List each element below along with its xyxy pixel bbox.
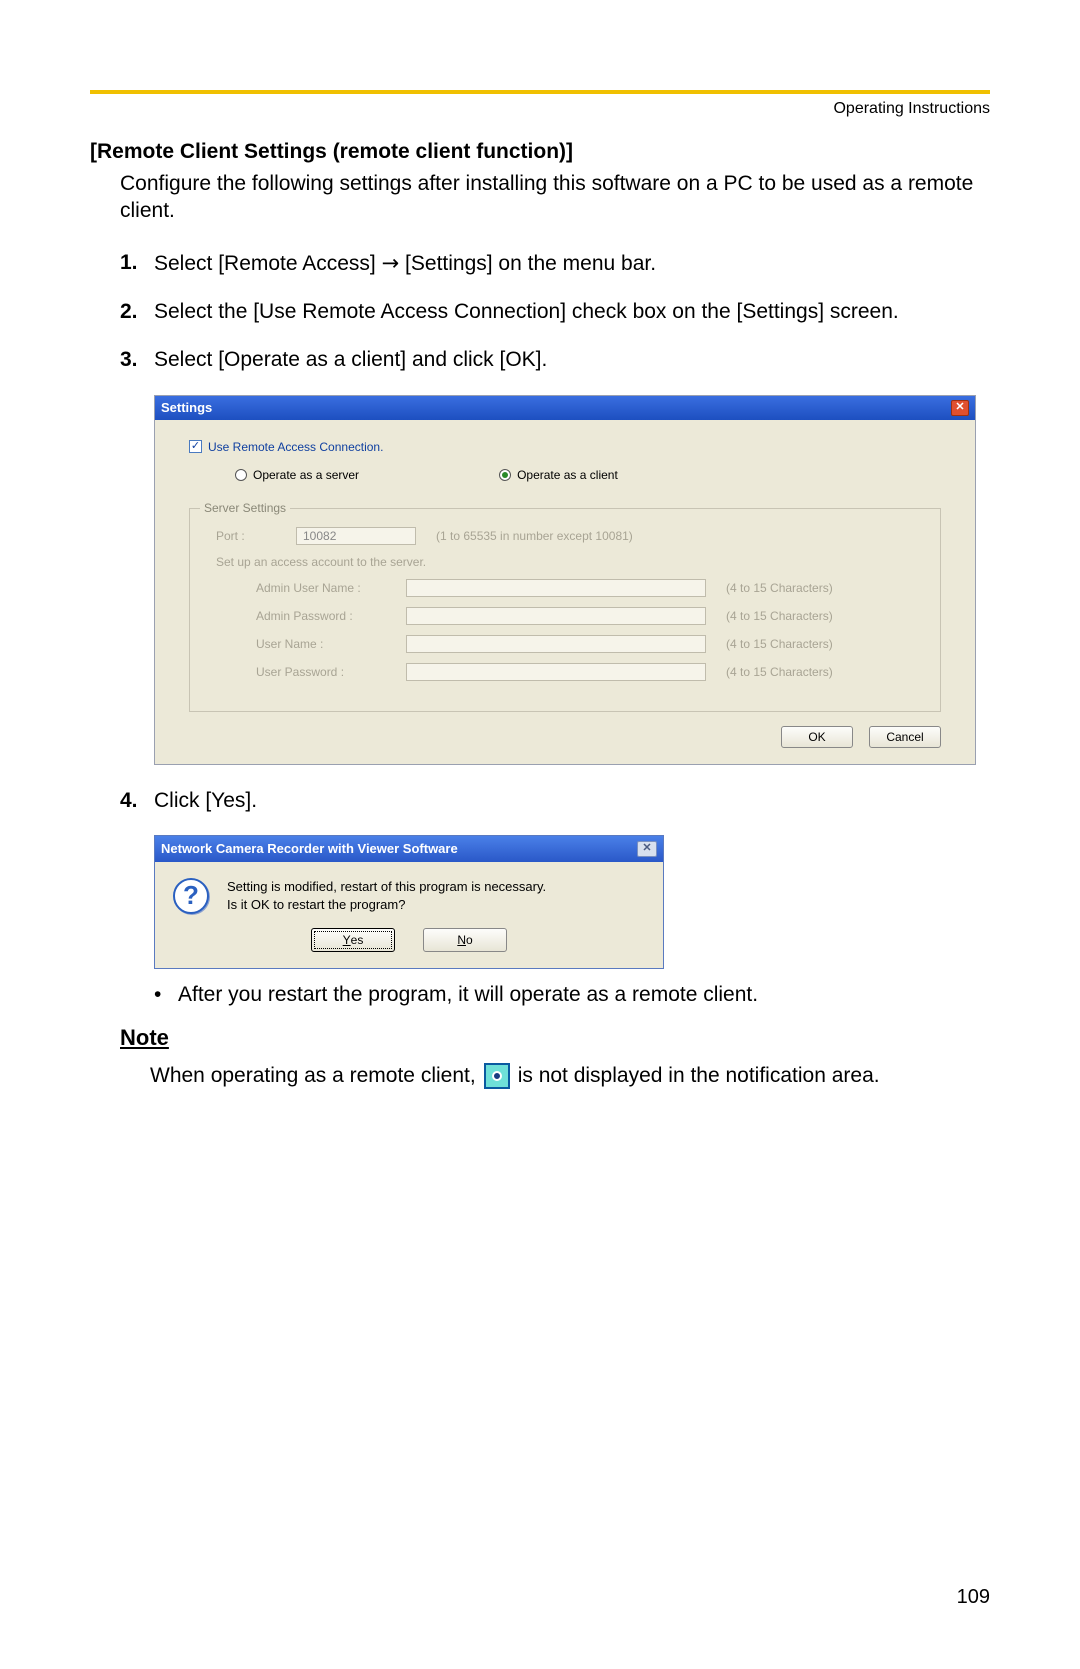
radio-icon-selected[interactable] [499,469,511,481]
settings-title: Settings [161,400,212,415]
top-rule [90,90,990,94]
step-4-num: 4. [120,787,154,815]
step-1: 1. Select [Remote Access] → [Settings] o… [120,249,990,278]
step-2: 2. Select the [Use Remote Access Connect… [120,298,990,326]
header-right-label: Operating Instructions [90,100,990,118]
no-button[interactable]: No [423,928,507,952]
access-account-note: Set up an access account to the server. [216,555,914,569]
step-1-num: 1. [120,249,154,278]
use-remote-checkbox-row[interactable]: ✓ Use Remote Access Connection. [189,440,941,454]
confirm-titlebar: Network Camera Recorder with Viewer Soft… [155,836,663,862]
port-input[interactable]: 10082 [296,527,416,545]
step-1-text-b: [Settings] on the menu bar. [399,252,656,275]
section-intro: Configure the following settings after i… [120,170,990,225]
checkbox-icon[interactable]: ✓ [189,440,202,453]
cancel-button[interactable]: Cancel [869,726,941,748]
step-2-num: 2. [120,298,154,326]
user-name-hint: (4 to 15 Characters) [726,637,833,651]
radio-operate-server[interactable]: Operate as a server [235,468,359,482]
confirm-line2: Is it OK to restart the program? [227,896,546,914]
admin-user-hint: (4 to 15 Characters) [726,581,833,595]
arrow-icon: → [382,251,400,275]
confirm-line1: Setting is modified, restart of this pro… [227,878,546,896]
port-row: Port : 10082 (1 to 65535 in number excep… [216,527,914,545]
user-pass-hint: (4 to 15 Characters) [726,665,833,679]
admin-user-input[interactable] [406,579,706,597]
ok-button[interactable]: OK [781,726,853,748]
user-pass-input[interactable] [406,663,706,681]
admin-pass-label: Admin Password : [256,609,396,623]
radio-operate-client[interactable]: Operate as a client [499,468,618,482]
bullet-after-restart: • After you restart the program, it will… [154,983,990,1007]
bullet-dot: • [154,983,178,1007]
user-name-label: User Name : [256,637,396,651]
no-underline: N [457,933,466,947]
settings-window: Settings ✕ ✓ Use Remote Access Connectio… [154,395,976,765]
close-icon[interactable]: ✕ [637,841,657,857]
no-rest: o [466,933,473,947]
user-pass-label: User Password : [256,665,396,679]
confirm-title: Network Camera Recorder with Viewer Soft… [161,841,458,856]
server-settings-fieldset: Server Settings Port : 10082 (1 to 65535… [189,508,941,712]
yes-rest: es [351,933,364,947]
close-icon[interactable]: ✕ [951,400,969,416]
step-4: 4. Click [Yes]. [120,787,990,815]
note-body: When operating as a remote client, is no… [150,1061,990,1090]
use-remote-label: Use Remote Access Connection. [208,440,383,454]
section-title: [Remote Client Settings (remote client f… [90,140,990,164]
step-3: 3. Select [Operate as a client] and clic… [120,346,990,374]
note-body-b: is not displayed in the notification are… [518,1061,880,1090]
step-3-body: Select [Operate as a client] and click [… [154,346,990,374]
step-3-num: 3. [120,346,154,374]
step-1-text-a: Select [Remote Access] [154,252,382,275]
yes-button[interactable]: Yes [311,928,395,952]
radio-client-label: Operate as a client [517,468,618,482]
page-number: 109 [957,1586,990,1609]
user-name-input[interactable] [406,635,706,653]
note-body-a: When operating as a remote client, [150,1061,476,1090]
confirm-text: Setting is modified, restart of this pro… [227,878,546,914]
step-1-body: Select [Remote Access] → [Settings] on t… [154,249,990,278]
tray-icon [484,1063,510,1089]
confirm-dialog: Network Camera Recorder with Viewer Soft… [154,835,664,969]
step-2-body: Select the [Use Remote Access Connection… [154,298,990,326]
port-hint: (1 to 65535 in number except 10081) [436,529,633,543]
yes-underline: Y [343,933,351,947]
port-label: Port : [216,529,286,543]
bullet-text: After you restart the program, it will o… [178,983,758,1007]
admin-pass-input[interactable] [406,607,706,625]
step-4-body: Click [Yes]. [154,787,990,815]
admin-pass-hint: (4 to 15 Characters) [726,609,833,623]
settings-titlebar: Settings ✕ [155,396,975,420]
server-settings-legend: Server Settings [200,501,290,515]
radio-server-label: Operate as a server [253,468,359,482]
admin-user-label: Admin User Name : [256,581,396,595]
question-icon: ? [173,878,209,914]
note-heading: Note [120,1025,990,1051]
radio-icon[interactable] [235,469,247,481]
